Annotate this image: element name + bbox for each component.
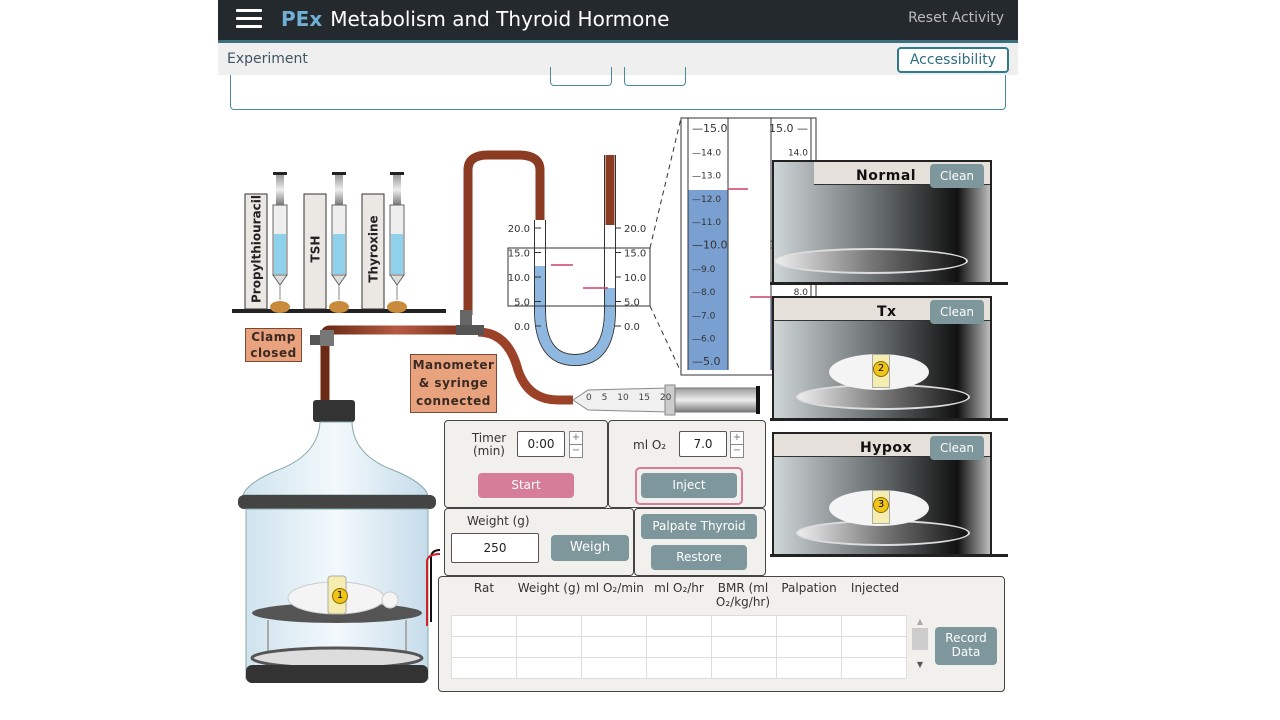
timer-panel: Timer (min) 0:00 + − Start <box>444 420 608 508</box>
zoom-tick-label: —7.0 <box>692 311 716 321</box>
palpation-panel: Palpate Thyroid Restore <box>634 508 766 576</box>
column-header: ml O₂/hr <box>654 581 704 595</box>
o2-increment-button[interactable]: + <box>730 431 744 445</box>
zoom-tick-label: 14.0 <box>788 148 808 158</box>
start-button[interactable]: Start <box>478 473 574 498</box>
rat-3-badge: 3 <box>873 497 889 513</box>
zoom-tick-label: —13.0 <box>692 172 721 182</box>
manometer-tick-label: 5.0 <box>514 298 530 309</box>
rat-2-badge: 2 <box>873 361 889 377</box>
manometer-tick-label: 15.0 <box>508 249 530 260</box>
top-panel <box>230 67 1006 110</box>
o2-input[interactable]: 7.0 <box>679 431 727 457</box>
rat-1-badge: 1 <box>332 588 348 604</box>
zoom-tick-label: —5.0 <box>692 355 721 368</box>
zoom-tick-label: —11.0 <box>692 218 721 228</box>
thyroxine-label: Thyroxine <box>366 215 381 283</box>
weight-panel: Weight (g) 250 Weigh <box>444 508 634 576</box>
timer-label: Timer (min) <box>471 431 507 458</box>
zoom-tick-label: —8.0 <box>692 288 716 298</box>
reset-button[interactable] <box>624 67 686 86</box>
t-connector <box>456 325 484 335</box>
column-header: Palpation <box>781 581 837 595</box>
column-header: BMR (ml O₂/kg/hr) <box>715 581 771 609</box>
app-window: PEx Metabolism and Thyroid Hormone Reset … <box>218 0 1018 720</box>
o2-decrement-button[interactable]: − <box>730 444 744 458</box>
propylthiouracil-label: Propylthiouracil <box>249 194 264 304</box>
table-scrollbar[interactable]: ▲ ▼ <box>911 617 929 681</box>
clamp <box>310 335 320 345</box>
chamber-hypox[interactable]: Hypox Clean 3 <box>772 432 992 556</box>
o2-label: ml O₂ <box>633 438 667 452</box>
table-row[interactable] <box>451 636 907 658</box>
data-table <box>451 615 907 679</box>
column-header: ml O₂/min <box>584 581 644 595</box>
scroll-down-icon[interactable]: ▼ <box>911 660 929 669</box>
weight-display: 250 <box>451 533 539 563</box>
top-bar: PEx Metabolism and Thyroid Hormone Reset … <box>218 0 1018 43</box>
clean-button[interactable]: Clean <box>930 164 984 188</box>
chamber-title: Normal <box>856 168 917 184</box>
manometer-tick-label: 0.0 <box>624 322 640 333</box>
main-syringe-scale: 0 5 10 15 20 <box>586 393 672 403</box>
timer-increment-button[interactable]: + <box>569 431 583 445</box>
manometer-tube <box>463 150 545 315</box>
manometer-status-label[interactable]: Manometer & syringe connected <box>410 354 497 413</box>
page-title: Metabolism and Thyroid Hormone <box>330 7 670 31</box>
experiment-stage: 20.0 20.0 15.0 15.0 10.0 10.0 5.0 5.0 0.0 0.0 <box>218 110 1018 720</box>
column-header: Injected <box>850 581 900 595</box>
brand-logo: PEx <box>281 7 323 31</box>
column-header: Weight (g) <box>517 581 581 595</box>
record-data-button[interactable]: Record Data <box>935 627 997 665</box>
table-row[interactable] <box>451 657 907 679</box>
clean-button[interactable]: Clean <box>930 300 984 324</box>
manometer-tick-label: 5.0 <box>624 298 640 309</box>
reset-activity-link[interactable]: Reset Activity <box>908 10 1004 26</box>
inject-button[interactable]: Inject <box>641 473 737 498</box>
app-title: PEx Metabolism and Thyroid Hormone <box>281 7 669 31</box>
timer-display: 0:00 <box>517 431 565 457</box>
chamber-title: Hypox <box>860 440 913 456</box>
manometer-scale: 20.0 20.0 15.0 15.0 10.0 10.0 5.0 5.0 0.0 0.0 <box>508 224 647 333</box>
hamburger-menu-icon[interactable] <box>236 9 262 29</box>
table-row[interactable] <box>451 615 907 637</box>
weigh-button[interactable]: Weigh <box>551 535 629 561</box>
manometer-fluid <box>535 266 615 366</box>
zoom-tick-label: —6.0 <box>692 335 716 345</box>
manometer-tick-label: 10.0 <box>624 273 646 284</box>
manometer-tick-label: 20.0 <box>624 224 646 235</box>
timer-decrement-button[interactable]: − <box>569 444 583 458</box>
chamber-platform <box>774 248 968 274</box>
zoom-tick-label: —10.0 <box>692 239 728 252</box>
zoom-tick-label: —12.0 <box>692 195 721 205</box>
manometer-tick-label: 15.0 <box>624 249 646 260</box>
weight-label: Weight (g) <box>467 514 530 528</box>
clamp-status-label[interactable]: Clamp closed <box>245 328 302 362</box>
undo-button[interactable] <box>550 67 612 86</box>
o2-panel: ml O₂ 7.0 + − Inject <box>608 420 766 508</box>
section-label: Experiment <box>227 51 308 67</box>
zoom-tick-label: —15.0 <box>692 122 728 135</box>
manometer-tick-label: 0.0 <box>514 322 530 333</box>
column-header: Rat <box>473 581 495 595</box>
section-bar: Experiment Accessibility <box>218 43 1018 75</box>
scroll-up-icon[interactable]: ▲ <box>911 617 929 626</box>
data-table-panel: Rat Weight (g) ml O₂/min ml O₂/hr BMR (m… <box>438 576 1005 692</box>
zoom-tick-label: —9.0 <box>692 265 716 275</box>
bell-jar <box>238 400 436 683</box>
chamber-normal[interactable]: Normal Clean <box>772 160 992 284</box>
clean-button[interactable]: Clean <box>930 436 984 460</box>
zoom-tick-label: 15.0 — <box>769 122 808 135</box>
accessibility-button[interactable]: Accessibility <box>896 47 1009 73</box>
restore-button[interactable]: Restore <box>651 545 747 570</box>
tsh-label: TSH <box>308 235 323 263</box>
manometer-tick-label: 20.0 <box>508 224 530 235</box>
zoom-tick-label: —14.0 <box>692 148 721 158</box>
palpate-thyroid-button[interactable]: Palpate Thyroid <box>641 514 757 539</box>
chamber-tx[interactable]: Tx Clean 2 <box>772 296 992 420</box>
manometer-tick-label: 10.0 <box>508 273 530 284</box>
scroll-thumb[interactable] <box>912 628 928 650</box>
chamber-title: Tx <box>877 304 897 320</box>
